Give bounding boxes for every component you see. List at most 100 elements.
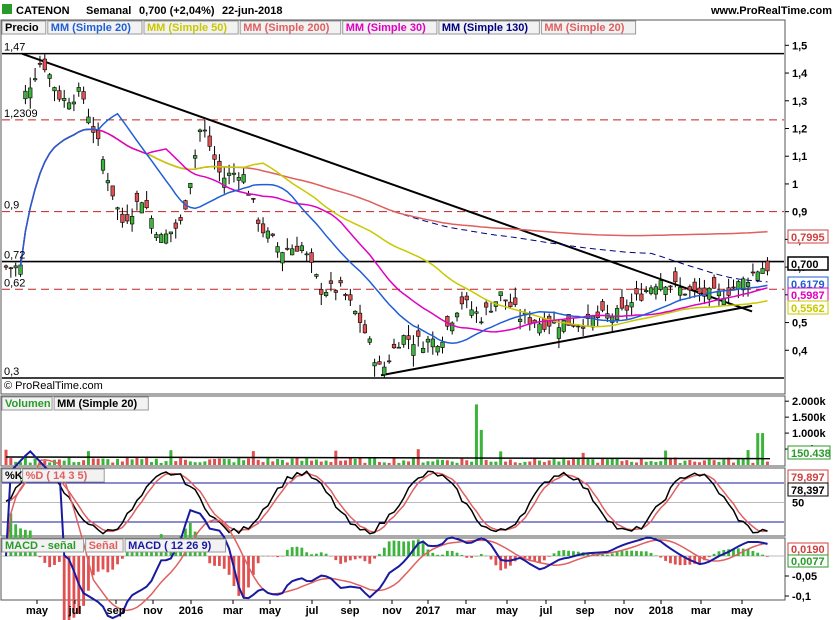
stoch-y-axis: 50 79,89778,397: [787, 469, 829, 510]
candle-body: [503, 299, 508, 302]
candle-body: [648, 287, 654, 294]
candle-body: [726, 287, 731, 296]
macd-histogram-bar: [300, 547, 304, 556]
legend-label: MM (Simple 20): [51, 22, 131, 34]
volume-bar: [62, 460, 66, 465]
volume-bar: [77, 462, 81, 465]
candle-body: [163, 233, 169, 244]
macd-histogram-bar: [382, 547, 386, 556]
candle-body: [517, 318, 523, 322]
legend-label: MACD - señal: [5, 540, 76, 552]
candle-body: [508, 301, 513, 307]
volume-bar: [48, 462, 52, 465]
macd-line: [5, 450, 768, 620]
candle-body: [425, 338, 431, 343]
macd-histogram-bar: [620, 551, 624, 556]
volume-bar: [256, 459, 260, 465]
candle-body: [367, 338, 372, 343]
candle-body: [357, 312, 363, 323]
candle-body: [188, 182, 193, 188]
volume-bar: [717, 462, 721, 465]
x-tick-label: mar: [456, 605, 477, 617]
volume-bar: [470, 461, 474, 465]
y-tick-label: 0,5: [792, 318, 807, 330]
x-tick-label: nov: [614, 605, 634, 617]
candle-body: [440, 341, 445, 348]
candle-body: [197, 129, 203, 133]
macd-histogram-bar: [281, 556, 284, 557]
candle-body: [105, 180, 110, 184]
candle-body: [3, 265, 9, 268]
volume-bar: [639, 458, 643, 465]
volume-bar: [290, 458, 294, 465]
macd-histogram-bar: [256, 556, 260, 564]
macd-histogram-bar: [324, 553, 328, 556]
candle-body: [154, 234, 159, 238]
candle-body: [353, 310, 358, 315]
macd-histogram-bar: [562, 550, 566, 556]
macd-histogram-bar: [218, 556, 221, 566]
volume-bar: [363, 462, 367, 465]
volume-bar: [625, 460, 629, 465]
volume-bar: [392, 458, 396, 465]
volume-bar: [421, 462, 425, 465]
macd-histogram-bar: [436, 554, 440, 556]
x-tick-label: jul: [305, 605, 319, 617]
volume-bar: [416, 449, 420, 465]
y-tick-label: 0,9: [792, 207, 807, 219]
macd-histogram-bar: [344, 556, 347, 563]
site-url[interactable]: www.ProRealTime.com: [710, 5, 832, 17]
macd-histogram-bar: [567, 550, 570, 556]
y-tick-label: 1,1: [792, 151, 807, 163]
y-tick-label: 1.500k: [792, 412, 827, 424]
ticker-name: CATENON: [16, 5, 70, 17]
volume-bar: [426, 461, 430, 465]
candle-body: [765, 260, 770, 272]
volume-bar: [741, 458, 745, 465]
candle-body: [745, 282, 751, 287]
macd-histogram-bar: [329, 556, 333, 557]
volume-tag-label: 150.438: [791, 448, 831, 460]
legend-label: MM (Simple 20): [57, 398, 137, 410]
candle-body: [338, 280, 343, 284]
x-tick-label: nov: [143, 605, 163, 617]
candle-body: [304, 253, 309, 256]
macd-histogram-bar: [397, 540, 401, 556]
candle-body: [125, 214, 130, 222]
candle-body: [382, 366, 387, 375]
volume-bar: [373, 457, 377, 465]
level-label: 0,9: [4, 200, 19, 212]
volume-bar: [285, 462, 289, 465]
volume-bar: [329, 462, 333, 465]
candle-body: [8, 267, 13, 270]
macd-histogram-bar: [101, 556, 105, 570]
candle-body: [275, 246, 280, 253]
volume-legend: Volumen MM (Simple 20): [1, 396, 149, 411]
volume-marks: [4, 404, 771, 465]
x-tick-label: jul: [539, 605, 553, 617]
candle-body: [435, 346, 440, 353]
volume-bar: [101, 458, 105, 465]
candle-body: [488, 310, 494, 313]
volume-bar: [494, 461, 498, 465]
y-tick-label: 1,4: [792, 68, 808, 80]
candle-body: [692, 281, 697, 291]
candle-body: [270, 233, 275, 236]
candle-body: [348, 294, 353, 301]
candle-body: [241, 174, 246, 183]
volume-bar: [344, 460, 347, 465]
macd-histogram-bar: [305, 552, 309, 556]
macd-histogram-bar: [484, 555, 488, 557]
macd-histogram-bar: [445, 550, 449, 556]
candle-body: [513, 297, 518, 305]
macd-histogram-bar: [334, 556, 338, 561]
y-tick-label: -0,05: [792, 571, 817, 583]
price-tag-label: 0,5562: [791, 303, 825, 315]
volume-bar: [368, 458, 372, 465]
macd-histogram-bar: [606, 554, 609, 556]
volume-bar: [732, 462, 735, 465]
volume-bar: [397, 462, 401, 465]
macd-histogram-bar: [203, 551, 207, 556]
volume-bar: [106, 459, 110, 465]
chart-canvas: CATENON Semanal 0,700 (+2,04%) 22-jun-20…: [0, 4, 832, 620]
